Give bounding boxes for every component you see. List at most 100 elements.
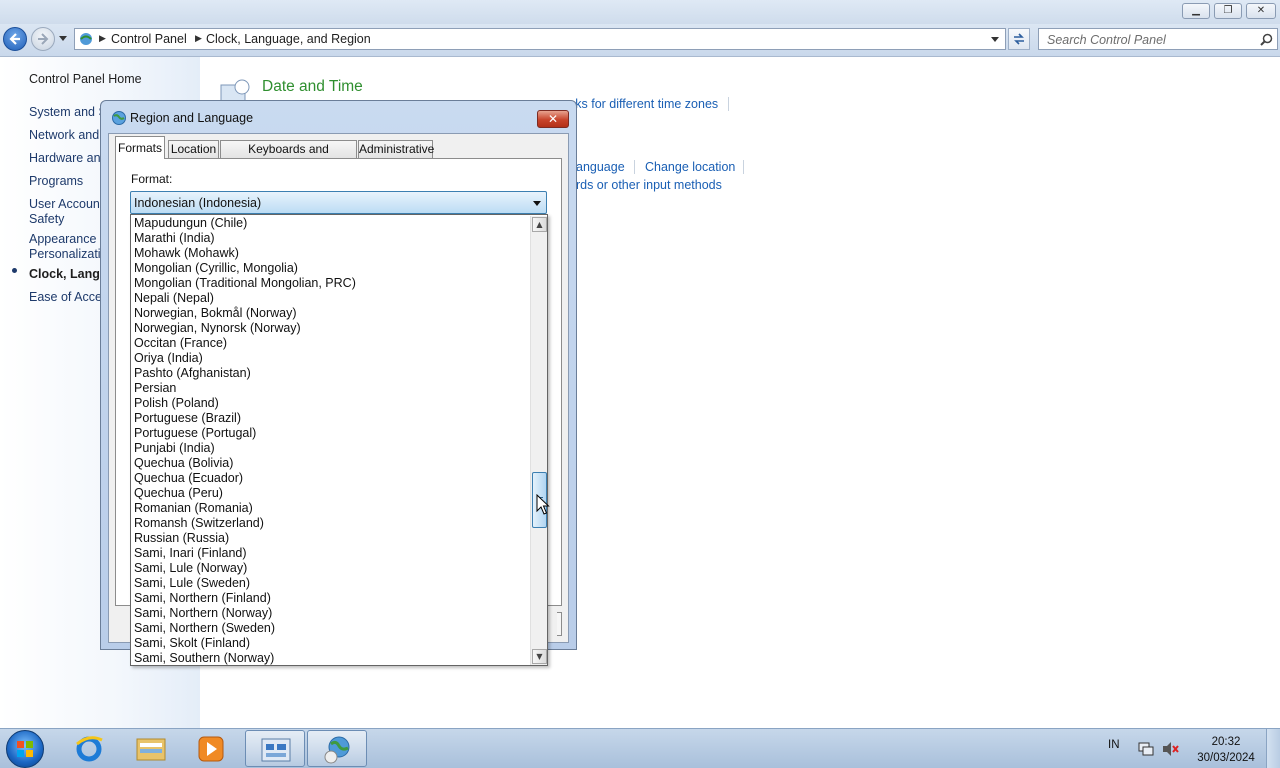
current-item-bullet-icon bbox=[12, 268, 17, 273]
link-separator bbox=[743, 160, 744, 174]
breadcrumb-control-panel[interactable]: Control Panel bbox=[111, 32, 187, 46]
link-change-location[interactable]: Change location bbox=[645, 160, 735, 174]
close-icon: ✕ bbox=[547, 112, 559, 126]
minimize-button[interactable]: ▁ bbox=[1182, 3, 1210, 19]
apply-button-edge[interactable] bbox=[557, 612, 562, 636]
format-option[interactable]: Polish (Poland) bbox=[133, 396, 529, 411]
tray-date: 30/03/2024 bbox=[1197, 752, 1255, 764]
scroll-down-button[interactable]: ▼ bbox=[532, 649, 547, 664]
format-option[interactable]: Occitan (France) bbox=[133, 336, 529, 351]
scroll-up-icon: ▲ bbox=[536, 220, 543, 229]
format-select-value: Indonesian (Indonesia) bbox=[134, 196, 262, 210]
internet-explorer-icon bbox=[76, 736, 103, 762]
format-option[interactable]: Marathi (India) bbox=[133, 231, 529, 246]
format-option[interactable]: Mongolian (Traditional Mongolian, PRC) bbox=[133, 276, 529, 291]
link-clocks-time-zones[interactable]: cks for different time zones bbox=[569, 97, 718, 111]
section-title-date-time[interactable]: Date and Time bbox=[262, 78, 363, 96]
format-label: Format: bbox=[131, 172, 173, 186]
format-option[interactable]: Quechua (Ecuador) bbox=[133, 471, 529, 486]
address-field[interactable]: ▶ Control Panel ▶ Clock, Language, and R… bbox=[74, 28, 1006, 50]
restore-icon: ❐ bbox=[1223, 5, 1233, 16]
format-option[interactable]: Mohawk (Mohawk) bbox=[133, 246, 529, 261]
address-dropdown-icon[interactable] bbox=[991, 37, 999, 43]
format-option[interactable]: Punjabi (India) bbox=[133, 441, 529, 456]
format-option[interactable]: Romansh (Switzerland) bbox=[133, 516, 529, 531]
format-option[interactable]: Norwegian, Bokmål (Norway) bbox=[133, 306, 529, 321]
sidebar-item-user-accounts[interactable]: User Account bbox=[29, 197, 103, 212]
link-change-keyboards[interactable]: ards or other input methods bbox=[569, 178, 722, 192]
format-option[interactable]: Romanian (Romania) bbox=[133, 501, 529, 516]
format-option[interactable]: Sami, Northern (Sweden) bbox=[133, 621, 529, 636]
format-option[interactable]: Sami, Lule (Norway) bbox=[133, 561, 529, 576]
format-option[interactable]: Sami, Northern (Norway) bbox=[133, 606, 529, 621]
format-option[interactable]: Nepali (Nepal) bbox=[133, 291, 529, 306]
link-separator bbox=[728, 97, 729, 111]
sidebar-item-system-security[interactable]: System and S bbox=[29, 105, 107, 120]
format-option[interactable]: Mapudungun (Chile) bbox=[133, 216, 529, 231]
tab-formats[interactable]: Formats bbox=[115, 136, 165, 159]
search-icon[interactable] bbox=[1260, 33, 1273, 46]
taskbar-control-panel[interactable] bbox=[245, 730, 305, 767]
windows-logo-icon bbox=[17, 741, 33, 757]
format-option[interactable]: Portuguese (Portugal) bbox=[133, 426, 529, 441]
format-option[interactable]: Pashto (Afghanistan) bbox=[133, 366, 529, 381]
minimize-icon: ▁ bbox=[1192, 5, 1200, 16]
sidebar-item-appearance-line2[interactable]: Personalizatio bbox=[29, 247, 108, 262]
start-button[interactable] bbox=[6, 730, 44, 768]
breadcrumb-clock-language-region[interactable]: Clock, Language, and Region bbox=[206, 32, 371, 46]
sidebar-item-programs[interactable]: Programs bbox=[29, 174, 83, 189]
sidebar-item-control-panel-home[interactable]: Control Panel Home bbox=[29, 72, 142, 87]
search-input[interactable] bbox=[1045, 31, 1259, 49]
recent-pages-chevron-icon[interactable] bbox=[59, 36, 67, 42]
window-titlebar: ▁ ❐ ✕ bbox=[0, 0, 1280, 24]
refresh-button[interactable] bbox=[1008, 28, 1030, 50]
sidebar-item-user-accounts-line2[interactable]: Safety bbox=[29, 212, 64, 227]
taskbar-internet-explorer[interactable] bbox=[60, 730, 120, 767]
close-window-button[interactable]: ✕ bbox=[1246, 3, 1276, 19]
format-option[interactable]: Oriya (India) bbox=[133, 351, 529, 366]
back-button[interactable] bbox=[3, 27, 27, 51]
taskbar-media-player[interactable] bbox=[182, 730, 242, 767]
dropdown-scrollbar[interactable]: ▲ ▼ bbox=[530, 216, 547, 665]
control-panel-window-icon bbox=[261, 738, 291, 762]
tray-language-indicator[interactable]: IN bbox=[1108, 739, 1120, 751]
scroll-up-button[interactable]: ▲ bbox=[532, 217, 547, 232]
format-option[interactable]: Sami, Lule (Sweden) bbox=[133, 576, 529, 591]
tab-location[interactable]: Location bbox=[168, 140, 219, 158]
dialog-close-button[interactable]: ✕ bbox=[537, 110, 569, 128]
forward-arrow-icon bbox=[38, 33, 49, 45]
forward-button[interactable] bbox=[31, 27, 55, 51]
format-option[interactable]: Quechua (Peru) bbox=[133, 486, 529, 501]
show-desktop-button[interactable] bbox=[1266, 729, 1280, 768]
format-select[interactable]: Indonesian (Indonesia) bbox=[130, 191, 547, 214]
network-icon[interactable] bbox=[1138, 741, 1154, 757]
address-bar-row: ▶ Control Panel ▶ Clock, Language, and R… bbox=[0, 24, 1280, 57]
sidebar-item-ease-of-access[interactable]: Ease of Acces bbox=[29, 290, 108, 305]
restore-button[interactable]: ❐ bbox=[1214, 3, 1242, 19]
format-option[interactable]: Russian (Russia) bbox=[133, 531, 529, 546]
folder-icon bbox=[136, 738, 166, 761]
format-option[interactable]: Sami, Northern (Finland) bbox=[133, 591, 529, 606]
sidebar-item-appearance[interactable]: Appearance a bbox=[29, 232, 107, 247]
format-option[interactable]: Mongolian (Cyrillic, Mongolia) bbox=[133, 261, 529, 276]
format-option[interactable]: Portuguese (Brazil) bbox=[133, 411, 529, 426]
format-option[interactable]: Sami, Inari (Finland) bbox=[133, 546, 529, 561]
close-icon: ✕ bbox=[1256, 5, 1266, 16]
taskbar-windows-explorer[interactable] bbox=[121, 730, 181, 767]
format-option[interactable]: Quechua (Bolivia) bbox=[133, 456, 529, 471]
link-change-display-language[interactable]: anguage bbox=[576, 160, 625, 174]
search-box[interactable] bbox=[1038, 28, 1278, 50]
volume-muted-icon[interactable] bbox=[1162, 741, 1180, 757]
tab-keyboards-languages[interactable]: Keyboards and Languages bbox=[220, 140, 357, 173]
format-option[interactable]: Sami, Skolt (Finland) bbox=[133, 636, 529, 651]
taskbar-region-language[interactable] bbox=[307, 730, 367, 767]
sidebar-item-hardware[interactable]: Hardware and bbox=[29, 151, 108, 166]
format-option[interactable]: Sami, Southern (Norway) bbox=[133, 651, 529, 665]
sidebar-item-network[interactable]: Network and bbox=[29, 128, 99, 143]
format-option[interactable]: Persian bbox=[133, 381, 529, 396]
chevron-down-icon[interactable] bbox=[533, 201, 541, 206]
tab-administrative[interactable]: Administrative bbox=[358, 140, 434, 158]
format-dropdown-list[interactable]: Mapudungun (Chile) Marathi (India) Mohawk … bbox=[130, 214, 548, 666]
tray-clock[interactable]: 20:32 30/03/2024 bbox=[1196, 734, 1256, 766]
format-option[interactable]: Norwegian, Nynorsk (Norway) bbox=[133, 321, 529, 336]
